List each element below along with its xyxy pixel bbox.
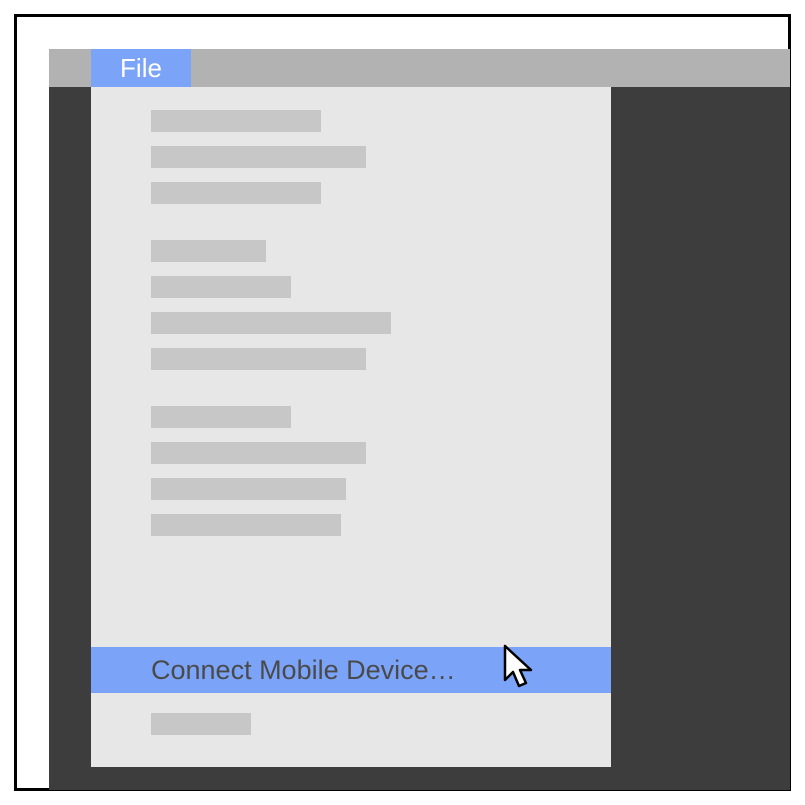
menu-item-placeholder[interactable] — [151, 514, 341, 536]
menu-item-placeholder[interactable] — [151, 312, 391, 334]
menu-item-connect-mobile-device[interactable]: Connect Mobile Device… — [91, 647, 611, 693]
menu-group-1 — [91, 92, 611, 204]
menubar-file[interactable]: File — [91, 49, 191, 87]
menu-item-placeholder[interactable] — [151, 240, 266, 262]
menu-item-placeholder[interactable] — [151, 146, 366, 168]
menu-item-placeholder[interactable] — [151, 478, 346, 500]
menu-item-placeholder[interactable] — [151, 182, 321, 204]
file-dropdown-menu: Connect Mobile Device… — [91, 87, 611, 767]
menu-item-placeholder[interactable] — [151, 713, 251, 735]
menu-item-placeholder[interactable] — [151, 276, 291, 298]
menu-item-placeholder[interactable] — [151, 442, 366, 464]
menu-item-placeholder[interactable] — [151, 406, 291, 428]
menu-group-3 — [91, 388, 611, 536]
menu-group-2 — [91, 222, 611, 370]
app-container: File Conne — [49, 49, 790, 790]
window-border: File Conne — [14, 14, 791, 791]
menu-item-placeholder[interactable] — [151, 348, 366, 370]
menubar: File — [49, 49, 790, 87]
menu-item-placeholder[interactable] — [151, 110, 321, 132]
